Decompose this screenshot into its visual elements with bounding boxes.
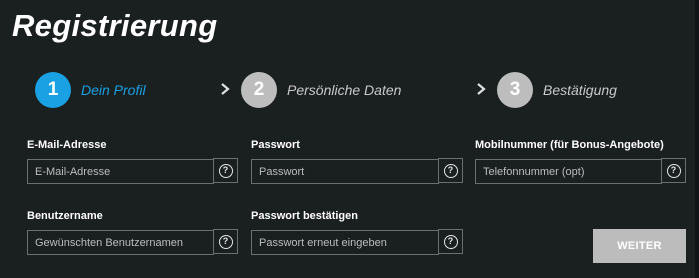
scroll-edge (695, 0, 699, 278)
step-label: Persönliche Daten (287, 81, 402, 98)
email-field-box (27, 159, 214, 184)
step-label: Dein Profil (81, 81, 146, 98)
mobile-field-box (475, 159, 662, 184)
password-confirm-field[interactable] (252, 231, 438, 254)
chevron-right-icon (221, 83, 230, 95)
help-icon: ? (218, 234, 233, 249)
username-field[interactable] (28, 231, 213, 254)
step-profile: 1 Dein Profil (35, 71, 146, 108)
step-confirmation: 3 Bestätigung (497, 71, 617, 108)
username-field-box (27, 230, 214, 255)
password-field-box (251, 159, 439, 184)
mobile-help-button[interactable]: ? (661, 158, 686, 183)
password-confirm-label: Passwort bestätigen (251, 210, 358, 222)
password-field[interactable] (252, 160, 438, 183)
step-number: 2 (241, 71, 277, 108)
help-icon: ? (666, 163, 681, 178)
username-help-button[interactable]: ? (213, 229, 238, 254)
registration-page: Registrierung 1 Dein Profil 2 Persönlich… (0, 0, 699, 278)
next-button[interactable]: WEITER (593, 229, 686, 263)
password-help-button[interactable]: ? (438, 158, 463, 183)
page-title: Registrierung (12, 8, 218, 43)
password-confirm-field-box (251, 230, 439, 255)
password-label: Passwort (251, 139, 300, 151)
mobile-field[interactable] (476, 160, 661, 183)
chevron-right-icon (477, 83, 486, 95)
email-field[interactable] (28, 160, 213, 183)
mobile-label: Mobilnummer (für Bonus-Angebote) (475, 139, 664, 151)
help-icon: ? (443, 234, 458, 249)
password-confirm-help-button[interactable]: ? (438, 229, 463, 254)
email-label: E-Mail-Adresse (27, 139, 107, 151)
step-personal-data: 2 Persönliche Daten (241, 71, 401, 108)
step-number: 3 (497, 71, 533, 108)
help-icon: ? (218, 163, 233, 178)
email-help-button[interactable]: ? (213, 158, 238, 183)
step-number: 1 (35, 71, 71, 108)
username-label: Benutzername (27, 210, 103, 222)
help-icon: ? (443, 163, 458, 178)
step-label: Bestätigung (543, 81, 617, 98)
